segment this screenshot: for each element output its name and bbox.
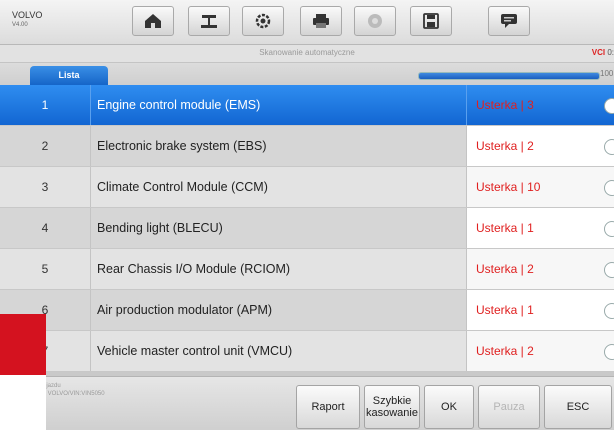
home-button[interactable] (132, 6, 174, 36)
scan-progress-fill (419, 73, 599, 79)
ok-button[interactable]: OK (424, 385, 474, 429)
fault-count: Usterka | 1 (476, 221, 534, 235)
gear-icon (255, 13, 271, 29)
screen-title: Skanowanie automatyczne (259, 48, 355, 57)
tab-list[interactable]: Lista (30, 66, 108, 85)
module-row[interactable]: 3 Climate Control Module (CCM) Usterka | 1… (0, 167, 614, 208)
diagnostic-app: VOLVO V4.00 Skanowanie automatyczne VCI … (0, 0, 614, 430)
brand-label: VOLVO V4.00 (12, 10, 42, 30)
module-name: Bending light (BLECU) (97, 221, 223, 235)
column-divider (466, 331, 467, 371)
fault-count: Usterka | 2 (476, 139, 534, 153)
home-icon (145, 14, 161, 28)
status-line: Skanowanie automatyczne VCI 0: (0, 45, 614, 63)
select-radio[interactable] (604, 262, 614, 278)
print-button[interactable] (300, 6, 342, 36)
select-radio[interactable] (604, 98, 614, 114)
column-divider (90, 167, 91, 207)
module-name: Vehicle master control unit (VMCU) (97, 344, 293, 358)
tab-row: Lista 100 (0, 63, 614, 85)
module-name: Engine control module (EMS) (97, 98, 261, 112)
module-list: 1 Engine control module (EMS) Usterka | 3 2… (0, 85, 614, 375)
column-divider (90, 331, 91, 371)
column-divider (90, 249, 91, 289)
module-number: 5 (41, 262, 49, 276)
fault-count: Usterka | 2 (476, 344, 534, 358)
select-radio[interactable] (604, 139, 614, 155)
column-divider (466, 167, 467, 207)
help-button[interactable] (354, 6, 396, 36)
save-button[interactable] (410, 6, 452, 36)
bottom-bar: Info pojazdu Model: VOLVO/VIN:VIN5050 Ra… (0, 376, 614, 430)
column-divider (466, 249, 467, 289)
vci-label: VCI (591, 48, 606, 57)
settings-button[interactable] (242, 6, 284, 36)
scan-progress-bar (418, 72, 600, 80)
module-name: Climate Control Module (CCM) (97, 180, 268, 194)
save-icon (423, 13, 439, 29)
module-name: Rear Chassis I/O Module (RCIOM) (97, 262, 291, 276)
column-divider (90, 85, 91, 125)
scan-progress-percent: 100 (600, 69, 614, 78)
pause-button[interactable]: Pauza (478, 385, 540, 429)
fault-count: Usterka | 10 (476, 180, 541, 194)
select-radio[interactable] (604, 344, 614, 360)
top-toolbar: VOLVO V4.00 (0, 0, 614, 45)
quick-clear-button[interactable]: Szybkie kasowanie (364, 385, 420, 429)
chat-icon (501, 14, 517, 28)
column-divider (466, 290, 467, 330)
module-number: 3 (41, 180, 49, 194)
report-button[interactable]: Raport (296, 385, 360, 429)
module-name: Electronic brake system (EBS) (97, 139, 267, 153)
module-number: 2 (41, 139, 49, 153)
column-divider (90, 126, 91, 166)
help-icon (368, 14, 382, 28)
vci-status: VCI 0: (592, 48, 614, 57)
white-edge (0, 375, 46, 430)
column-divider (90, 290, 91, 330)
module-row[interactable]: 6 Air production modulator (APM) Usterka |… (0, 290, 614, 331)
module-row[interactable]: 5 Rear Chassis I/O Module (RCIOM) Usterka … (0, 249, 614, 290)
module-row[interactable]: 1 Engine control module (EMS) Usterka | 3 (0, 85, 614, 126)
select-radio[interactable] (604, 303, 614, 319)
select-radio[interactable] (604, 180, 614, 196)
module-name: Air production modulator (APM) (97, 303, 273, 317)
fault-count: Usterka | 2 (476, 262, 534, 276)
data-logging-button[interactable] (488, 6, 530, 36)
column-divider (466, 208, 467, 248)
esc-button[interactable]: ESC (544, 385, 612, 429)
brand-version: V4.00 (12, 22, 28, 28)
select-radio[interactable] (604, 221, 614, 237)
module-number: 1 (41, 98, 49, 112)
printer-icon (313, 14, 329, 28)
fault-count: Usterka | 3 (476, 98, 534, 112)
module-row[interactable]: 7Vehicle master control unit (VMCU)Uster… (0, 331, 614, 372)
module-row[interactable]: 4 Bending light (BLECU) Usterka | 1 (0, 208, 614, 249)
brand-name: VOLVO (12, 10, 43, 20)
column-divider (466, 85, 467, 125)
vci-value: 0: (607, 48, 614, 57)
module-row[interactable]: 2 Electronic brake system (EBS) Usterka | … (0, 126, 614, 167)
module-number: 4 (41, 221, 49, 235)
vehicle-swap-button[interactable] (188, 6, 230, 36)
column-divider (466, 126, 467, 166)
fault-count: Usterka | 1 (476, 303, 534, 317)
column-divider (90, 208, 91, 248)
car-lift-icon (201, 15, 217, 28)
